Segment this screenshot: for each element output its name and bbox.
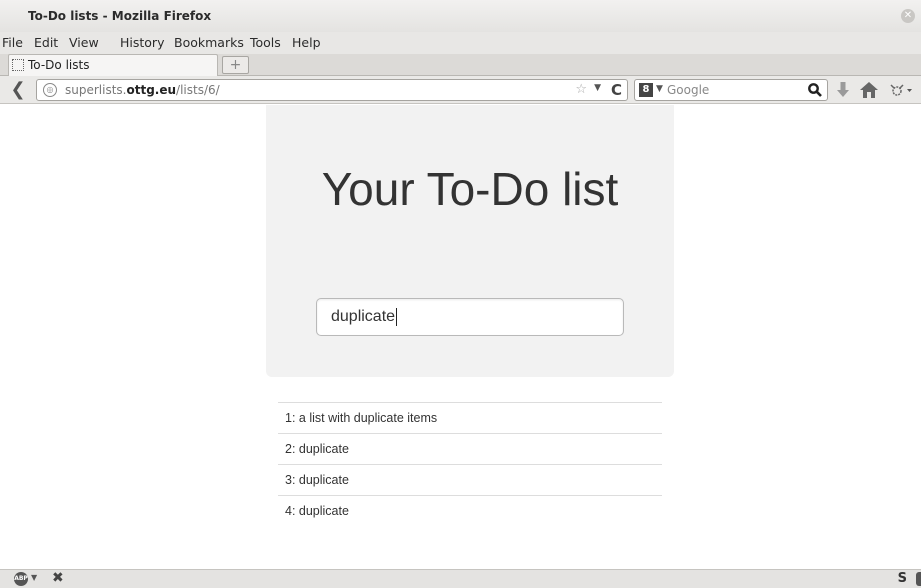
sync-icon[interactable]: S bbox=[898, 571, 907, 586]
list-table: 1: a list with duplicate items 2: duplic… bbox=[278, 402, 662, 526]
header-panel: Your To-Do list duplicate bbox=[266, 105, 674, 377]
list-item: 2: duplicate bbox=[278, 433, 662, 464]
menu-help[interactable]: Help bbox=[292, 35, 321, 50]
tab-todo-lists[interactable]: To-Do lists bbox=[8, 54, 218, 76]
downloads-icon[interactable] bbox=[833, 80, 853, 100]
url-bar[interactable]: ◎ superlists.ottg.eu/lists/6/ ☆ ▼ C bbox=[36, 79, 628, 101]
bookmark-star-icon[interactable]: ☆ bbox=[575, 82, 587, 97]
list-item: 3: duplicate bbox=[278, 464, 662, 495]
new-tab-button[interactable]: + bbox=[222, 56, 249, 74]
close-addon-bar-icon[interactable]: ✖ bbox=[52, 570, 64, 586]
adblock-icon[interactable]: ABP bbox=[14, 572, 28, 586]
search-icon[interactable] bbox=[807, 82, 823, 98]
menu-view[interactable]: View bbox=[69, 35, 99, 50]
list-item: 4: duplicate bbox=[278, 495, 662, 526]
tab-label: To-Do lists bbox=[28, 58, 90, 72]
url-domain: ottg.eu bbox=[126, 83, 177, 97]
new-item-input[interactable]: duplicate bbox=[316, 298, 624, 336]
search-bar[interactable]: 8 ▼ Google bbox=[634, 79, 828, 101]
navigation-toolbar: ❮ ◎ superlists.ottg.eu/lists/6/ ☆ ▼ C 8 … bbox=[0, 76, 921, 104]
text-caret bbox=[396, 307, 398, 326]
new-item-input-value: duplicate bbox=[331, 308, 396, 325]
history-dropdown-icon[interactable]: ▼ bbox=[594, 83, 601, 93]
reload-icon[interactable]: C bbox=[611, 81, 622, 99]
firebug-icon[interactable] bbox=[888, 80, 921, 100]
window-title: To-Do lists - Mozilla Firefox bbox=[28, 9, 212, 23]
page-icon bbox=[12, 59, 24, 71]
menu-edit[interactable]: Edit bbox=[34, 35, 58, 50]
adblock-dropdown-icon[interactable]: ▼ bbox=[31, 573, 37, 582]
url-path: /lists/6/ bbox=[176, 83, 220, 97]
menubar: File Edit View History Bookmarks Tools H… bbox=[0, 32, 921, 54]
home-icon[interactable] bbox=[859, 80, 879, 100]
back-button[interactable]: ❮ bbox=[6, 79, 30, 101]
globe-icon: ◎ bbox=[43, 83, 57, 97]
page-heading: Your To-Do list bbox=[266, 163, 674, 215]
window-titlebar: To-Do lists - Mozilla Firefox ✕ bbox=[0, 0, 921, 32]
search-placeholder: Google bbox=[667, 83, 710, 97]
url-prefix: superlists. bbox=[65, 83, 127, 97]
menu-file[interactable]: File bbox=[2, 35, 23, 50]
page-content: Your To-Do list duplicate 1: a list with… bbox=[0, 105, 921, 569]
menu-history[interactable]: History bbox=[120, 35, 164, 50]
list-item: 1: a list with duplicate items bbox=[278, 402, 662, 433]
close-window-icon[interactable]: ✕ bbox=[901, 9, 915, 23]
plus-icon: + bbox=[229, 57, 242, 73]
url-text: superlists.ottg.eu/lists/6/ bbox=[65, 83, 220, 97]
addon-edge-icon bbox=[916, 572, 921, 586]
menu-tools[interactable]: Tools bbox=[250, 35, 281, 50]
page-heading-text: Your To-Do list bbox=[321, 163, 619, 215]
addon-bar: ABP ▼ ✖ S bbox=[0, 569, 921, 588]
menu-bookmarks[interactable]: Bookmarks bbox=[174, 35, 244, 50]
search-engine-icon[interactable]: 8 bbox=[639, 83, 653, 97]
tab-strip: To-Do lists + bbox=[0, 54, 921, 76]
back-arrow-icon: ❮ bbox=[10, 79, 26, 100]
search-engine-dropdown-icon[interactable]: ▼ bbox=[656, 84, 663, 94]
